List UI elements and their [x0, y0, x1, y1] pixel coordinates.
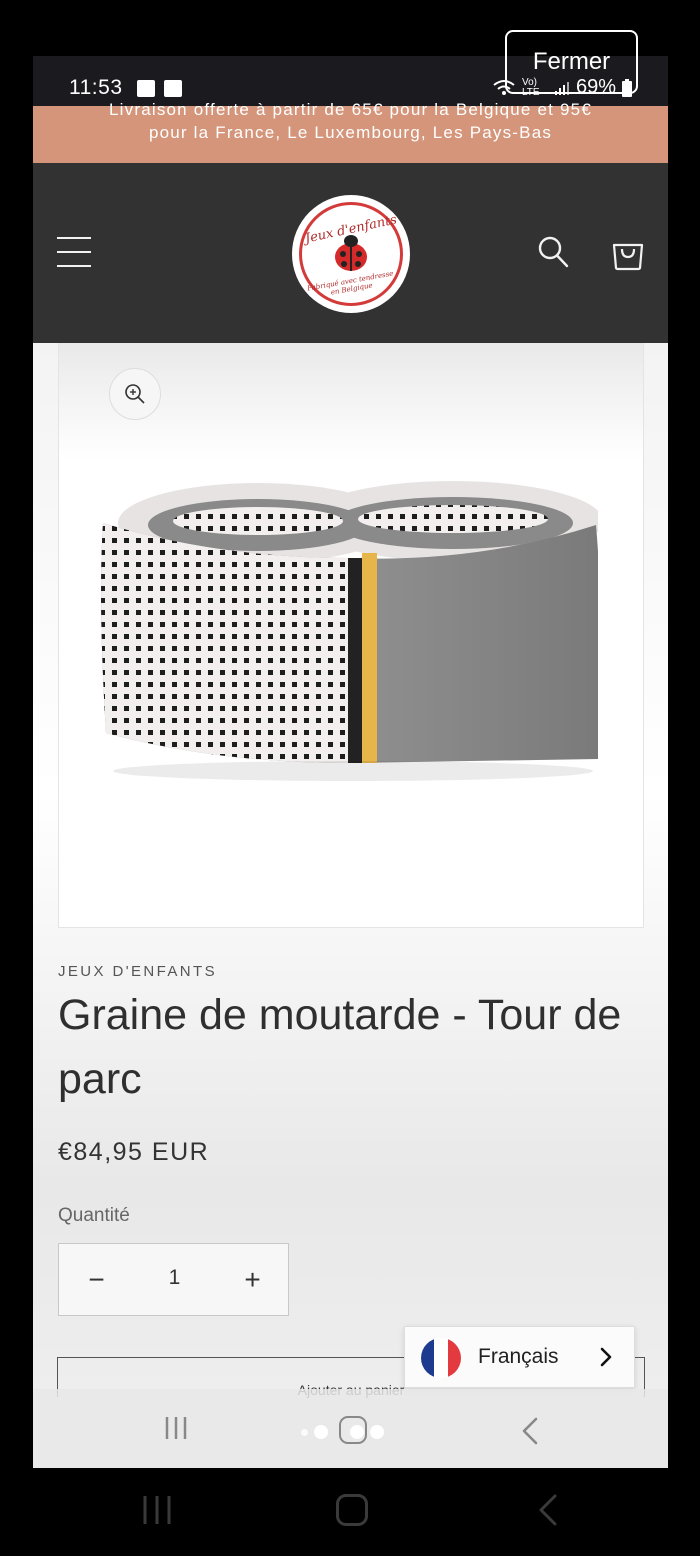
cart-icon[interactable] — [611, 235, 645, 271]
announcement-bar: Livraison offerte à partir de 65€ pour l… — [33, 100, 668, 163]
recents-icon[interactable] — [141, 1494, 173, 1526]
quantity-input[interactable]: 1 — [137, 1266, 212, 1290]
language-switcher[interactable]: Français — [404, 1326, 635, 1388]
product-image — [101, 481, 598, 781]
image-icon — [137, 80, 155, 97]
product-price: €84,95 EUR — [58, 1138, 210, 1166]
quantity-stepper: − 1 + — [58, 1243, 289, 1316]
home-icon[interactable] — [336, 1494, 368, 1526]
quantity-increase-button[interactable]: + — [215, 1244, 290, 1315]
phone-screen: 11:53 Vo) LTE 69% Livraison offerte à pa… — [33, 56, 668, 1468]
site-header: Jeux d'enfants Fabriqué avec tendresse e… — [33, 163, 668, 343]
recents-icon[interactable] — [163, 1415, 189, 1441]
zoom-in-icon — [125, 384, 145, 404]
quantity-label: Quantité — [58, 1205, 130, 1226]
back-icon[interactable] — [537, 1493, 559, 1527]
language-label: Français — [478, 1345, 559, 1368]
quantity-decrease-button[interactable]: − — [59, 1244, 134, 1315]
zoom-button[interactable] — [109, 368, 161, 420]
home-icon[interactable] — [339, 1416, 367, 1444]
search-icon[interactable] — [537, 235, 569, 269]
check-square-icon — [164, 80, 182, 97]
announcement-line-2: pour la France, Le Luxembourg, Les Pays-… — [148, 123, 553, 142]
product-vendor[interactable]: JEUX D'ENFANTS — [58, 963, 217, 980]
back-icon[interactable] — [520, 1416, 540, 1446]
announcement-line-1: Livraison offerte à partir de 65€ pour l… — [109, 100, 592, 119]
status-time: 11:53 — [69, 76, 123, 99]
product-content: JEUX D'ENFANTS Graine de moutarde - Tour… — [33, 343, 668, 1468]
logo-tagline: Fabriqué avec tendresse en Belgique — [306, 269, 394, 297]
logo-ring: Jeux d'enfants Fabriqué avec tendresse e… — [299, 202, 403, 306]
close-button[interactable]: Fermer — [505, 30, 638, 94]
product-title: Graine de moutarde - Tour de parc — [58, 991, 622, 1103]
chevron-right-icon — [600, 1347, 612, 1367]
browser-nav-overlay — [33, 1389, 668, 1468]
flag-fr-icon — [421, 1338, 461, 1378]
menu-icon[interactable] — [57, 237, 91, 267]
ladybug-icon — [335, 235, 367, 271]
logo[interactable]: Jeux d'enfants Fabriqué avec tendresse e… — [292, 195, 410, 313]
system-nav-bar — [0, 1468, 700, 1556]
